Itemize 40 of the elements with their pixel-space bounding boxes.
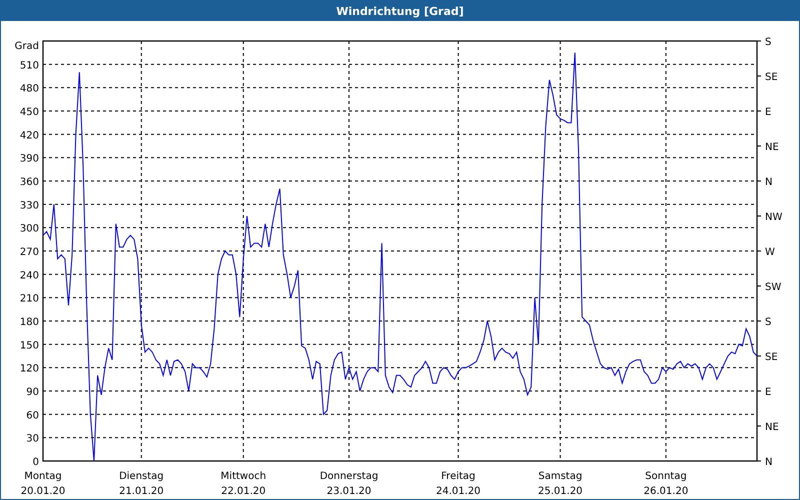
- y-tick-label: 360: [20, 177, 39, 188]
- x-tick-label: Dienstag 21.01.20: [119, 471, 164, 497]
- x-tick-label: Freitag 24.01.20: [436, 471, 481, 497]
- compass-tick-label: N: [765, 457, 772, 468]
- compass-tick-label: S: [765, 317, 772, 328]
- y-tick-label: 210: [20, 294, 39, 305]
- compass-tick-label: SW: [765, 282, 782, 293]
- y-tick-label: 60: [26, 410, 39, 422]
- y-tick-label: 480: [20, 84, 39, 95]
- x-tick-label: Mittwoch 22.01.20: [220, 471, 266, 497]
- compass-tick-label: W: [765, 247, 775, 258]
- x-tick-label: Samstag 25.01.20: [538, 471, 583, 497]
- y-tick-label: 330: [20, 200, 39, 212]
- y-tick-label: 270: [20, 247, 39, 258]
- compass-tick-label: SE: [765, 352, 778, 363]
- x-tick-label: Montag 20.01.20: [20, 471, 66, 497]
- compass-tick-label: NE: [765, 422, 779, 433]
- y-tick-label: 90: [26, 387, 39, 398]
- compass-tick-label: E: [765, 107, 772, 118]
- y-tick-label: 180: [20, 317, 39, 328]
- compass-tick-label: NE: [765, 142, 779, 153]
- y-tick-label: 240: [20, 270, 39, 282]
- y-tick-label: 420: [20, 130, 39, 142]
- compass-tick-label: NW: [765, 212, 782, 223]
- window-title: Windrichtung [Grad]: [336, 4, 464, 18]
- y-tick-label: 150: [20, 340, 39, 352]
- y-tick-label: 30: [26, 434, 39, 445]
- y-tick-label: 510: [20, 60, 39, 72]
- compass-tick-label: E: [765, 387, 772, 398]
- compass-tick-label: SE: [765, 72, 778, 83]
- y-axis-title: Grad: [14, 41, 39, 52]
- y-tick-label: 0: [32, 457, 39, 468]
- y-tick-label: 120: [20, 364, 39, 375]
- y-tick-label: 390: [20, 154, 39, 165]
- y-tick-label: 450: [20, 107, 39, 118]
- y-tick-label: 300: [20, 224, 39, 235]
- compass-tick-label: S: [765, 37, 772, 48]
- x-tick-label: Donnerstag 23.01.20: [320, 471, 378, 497]
- compass-tick-label: N: [765, 177, 772, 188]
- x-tick-label: Sonntag 26.01.20: [644, 471, 688, 497]
